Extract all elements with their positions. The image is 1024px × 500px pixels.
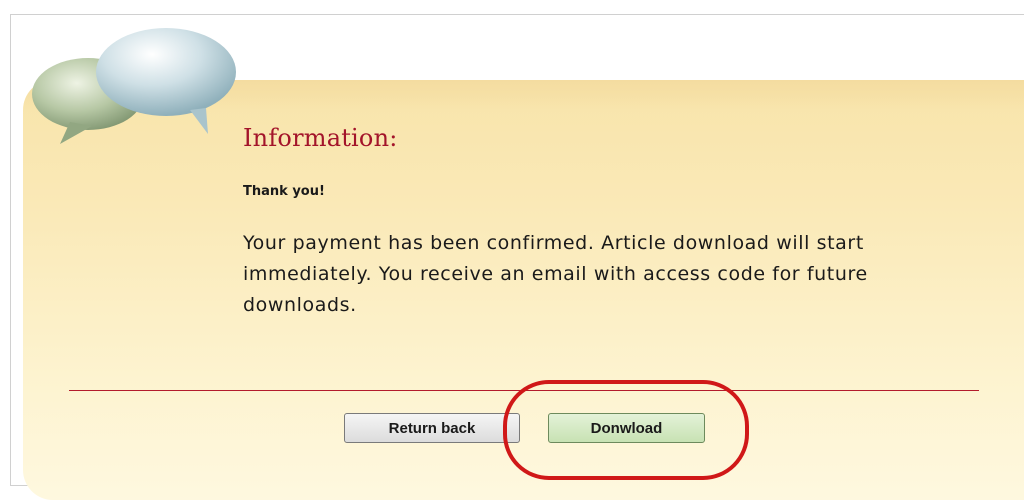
information-heading: Information: [243,124,398,152]
confirmation-message: Your payment has been confirmed. Article… [243,232,868,316]
download-button[interactable]: Donwload [548,413,705,443]
return-back-button[interactable]: Return back [344,413,520,443]
speech-bubbles-icon [32,28,236,144]
divider-line [69,390,979,391]
thank-you-text: Thank you! [243,184,325,199]
